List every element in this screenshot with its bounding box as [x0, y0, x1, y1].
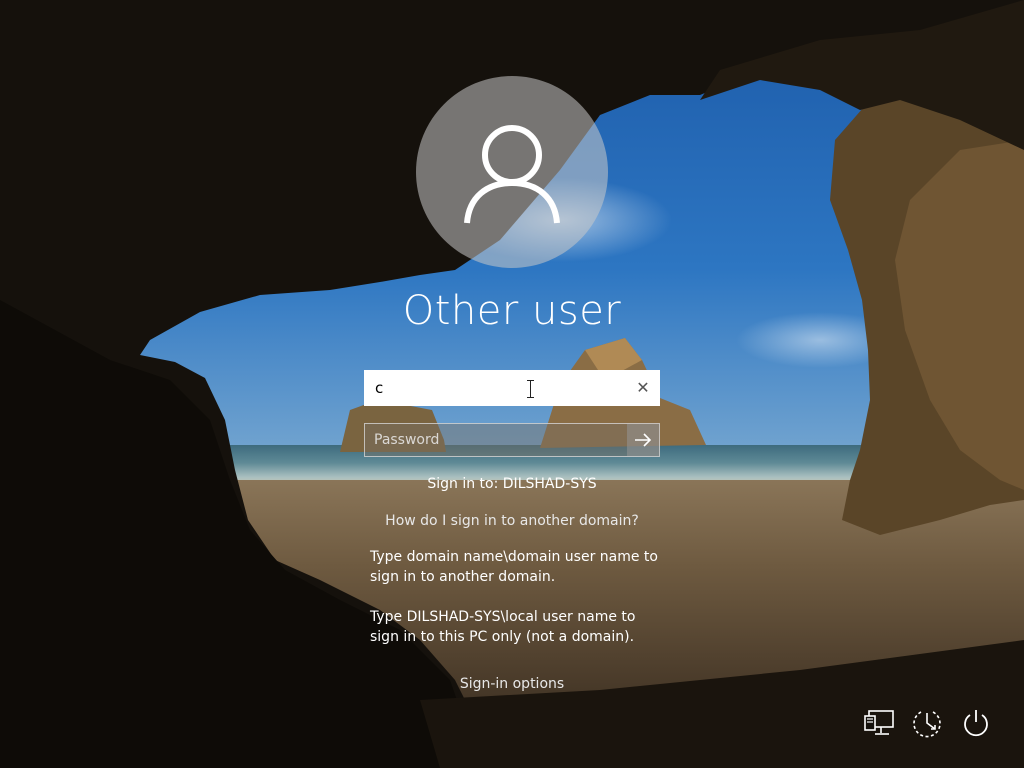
ease-of-access-button[interactable]	[909, 705, 945, 741]
text-cursor	[527, 380, 534, 398]
sign-in-options-link[interactable]: Sign-in options	[312, 676, 712, 692]
local-help-text: Type DILSHAD-SYS\local user name to sign…	[370, 609, 636, 645]
password-input[interactable]: Password	[364, 423, 660, 457]
clear-username-button[interactable]: ✕	[633, 378, 653, 398]
sign-in-target: Sign in to: DILSHAD-SYS	[427, 476, 597, 492]
password-placeholder: Password	[374, 432, 440, 448]
submit-button[interactable]	[627, 424, 659, 456]
network-button[interactable]	[861, 705, 897, 741]
another-domain-help-link[interactable]: How do I sign in to another domain?	[312, 513, 712, 529]
username-input-value: c	[375, 379, 384, 397]
user-avatar	[416, 76, 608, 268]
ease-of-access-icon	[913, 711, 941, 738]
lock-screen: Other user c ✕ Password Sign in to: DILS…	[0, 0, 1024, 768]
username-input[interactable]: c ✕	[364, 370, 660, 406]
power-button[interactable]	[958, 705, 994, 741]
close-icon: ✕	[636, 378, 650, 397]
network-icon	[864, 710, 894, 735]
user-display-name: Other user	[402, 288, 622, 334]
power-icon	[964, 710, 988, 737]
arrow-right-icon	[635, 433, 652, 447]
person-icon	[464, 125, 560, 224]
domain-help-text: Type domain name\domain user name to sig…	[370, 549, 658, 585]
